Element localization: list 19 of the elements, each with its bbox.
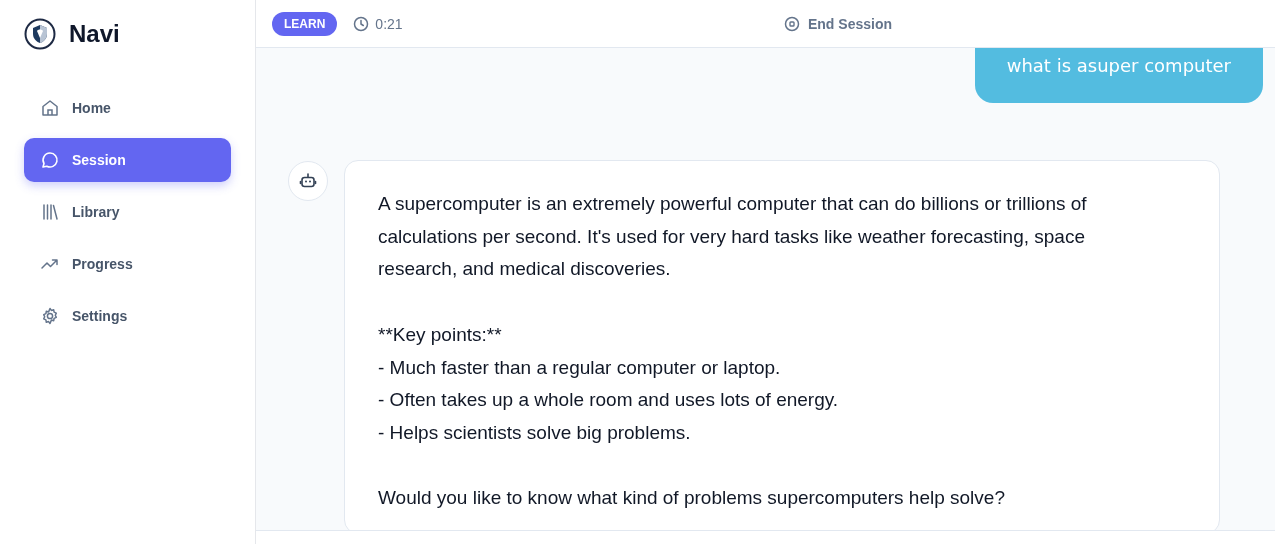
robot-icon [299,172,317,190]
sidebar-item[interactable]: Progress [24,242,231,286]
shield-logo-icon [24,17,56,50]
clock-icon [353,15,370,32]
sidebar-item[interactable]: Home [24,86,231,130]
mode-badge: LEARN [272,11,338,36]
settings-icon [40,306,60,326]
end-session-button[interactable]: End Session [777,11,898,36]
sidebar-item[interactable]: Settings [24,294,231,338]
assistant-message: A supercomputer is an extremely powerful computer that can do billions or trillions of calculations per second. It's used for very hard tasks like weather forecasting, space research, and medical discoveries. **Key points:** - Much faster than a regular computer or laptop. - Often takes up a whole room and uses lots of energy. - Helps scientists solve big problems. Would you like to know what kind of problems supercomputers help solve? [344,160,1220,530]
stop-icon [783,15,800,32]
speech-bubble-icon [40,150,60,170]
user-message: what is asuper computer [974,48,1263,103]
session-timer: 0:21 [375,15,403,32]
home-icon [40,98,60,118]
library-icon [40,202,60,222]
sidebar-item[interactable]: Session [24,138,231,182]
app-name: Navi [69,19,120,48]
sidebar-item[interactable]: Library [24,190,231,234]
